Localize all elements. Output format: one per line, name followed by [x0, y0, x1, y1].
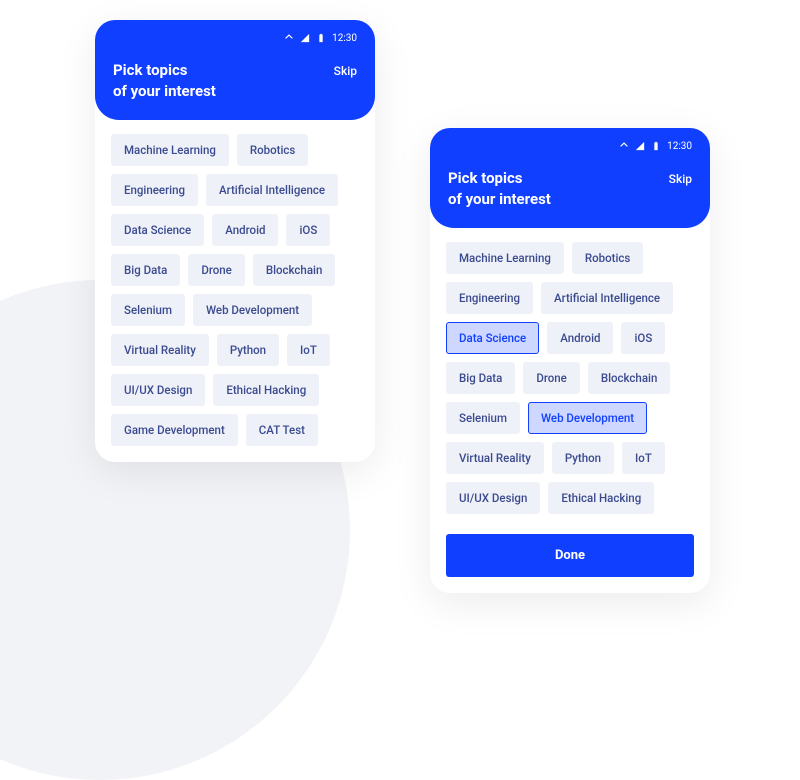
topic-chip[interactable]: UI/UX Design	[446, 482, 540, 514]
topic-chip[interactable]: Selenium	[111, 294, 185, 326]
topic-chip[interactable]: Web Development	[193, 294, 312, 326]
topic-chip[interactable]: Engineering	[111, 174, 198, 206]
page-title: Pick topics of your interest	[448, 168, 551, 210]
topic-chip[interactable]: Web Development	[528, 402, 647, 434]
topic-chip[interactable]: Virtual Reality	[111, 334, 209, 366]
status-bar: 12:30	[448, 138, 692, 154]
topic-chip[interactable]: Virtual Reality	[446, 442, 544, 474]
wifi-icon	[619, 141, 629, 151]
topic-chip[interactable]: Artificial Intelligence	[541, 282, 673, 314]
topic-chip[interactable]: Python	[552, 442, 614, 474]
header: 12:30 Pick topics of your interest Skip	[430, 128, 710, 228]
topic-chip[interactable]: Ethical Hacking	[548, 482, 654, 514]
wifi-icon	[284, 33, 294, 43]
battery-icon	[316, 33, 326, 43]
topic-chip[interactable]: CAT Test	[246, 414, 318, 446]
topic-chip[interactable]: Python	[217, 334, 279, 366]
topic-chip-container: Machine LearningRobotics EngineeringArtif…	[95, 120, 375, 462]
topic-chip[interactable]: IoT	[622, 442, 665, 474]
topic-chip[interactable]: iOS	[621, 322, 665, 354]
topic-chip[interactable]: Machine Learning	[111, 134, 229, 166]
topic-chip[interactable]: Drone	[523, 362, 580, 394]
topic-chip[interactable]: Android	[212, 214, 278, 246]
done-button[interactable]: Done	[446, 534, 694, 577]
signal-icon	[300, 33, 310, 43]
status-time: 12:30	[332, 33, 357, 44]
topic-chip[interactable]: Android	[547, 322, 613, 354]
topic-chip[interactable]: Ethical Hacking	[213, 374, 319, 406]
skip-button[interactable]: Skip	[669, 168, 692, 186]
topic-chip[interactable]: Data Science	[446, 322, 539, 354]
topic-chip[interactable]: Big Data	[111, 254, 180, 286]
topic-chip[interactable]: Blockchain	[253, 254, 336, 286]
skip-button[interactable]: Skip	[334, 60, 357, 78]
topic-chip[interactable]: Engineering	[446, 282, 533, 314]
topic-chip[interactable]: Artificial Intelligence	[206, 174, 338, 206]
phone-screen-unselected: 12:30 Pick topics of your interest Skip …	[95, 20, 375, 462]
topic-chip[interactable]: UI/UX Design	[111, 374, 205, 406]
topic-chip[interactable]: IoT	[287, 334, 330, 366]
topic-chip[interactable]: Robotics	[237, 134, 308, 166]
topic-chip[interactable]: Machine Learning	[446, 242, 564, 274]
topic-chip[interactable]: Robotics	[572, 242, 643, 274]
signal-icon	[635, 141, 645, 151]
topic-chip[interactable]: iOS	[286, 214, 330, 246]
topic-chip[interactable]: Blockchain	[588, 362, 671, 394]
page-title: Pick topics of your interest	[113, 60, 216, 102]
topic-chip-container: Machine LearningRobotics EngineeringArtif…	[430, 228, 710, 530]
topic-chip[interactable]: Big Data	[446, 362, 515, 394]
topic-chip[interactable]: Drone	[188, 254, 245, 286]
topic-chip[interactable]: Data Science	[111, 214, 204, 246]
battery-icon	[651, 141, 661, 151]
topic-chip[interactable]: Selenium	[446, 402, 520, 434]
header: 12:30 Pick topics of your interest Skip	[95, 20, 375, 120]
topic-chip[interactable]: Game Development	[111, 414, 238, 446]
phone-screen-selected: 12:30 Pick topics of your interest Skip …	[430, 128, 710, 593]
status-time: 12:30	[667, 141, 692, 152]
status-bar: 12:30	[113, 30, 357, 46]
